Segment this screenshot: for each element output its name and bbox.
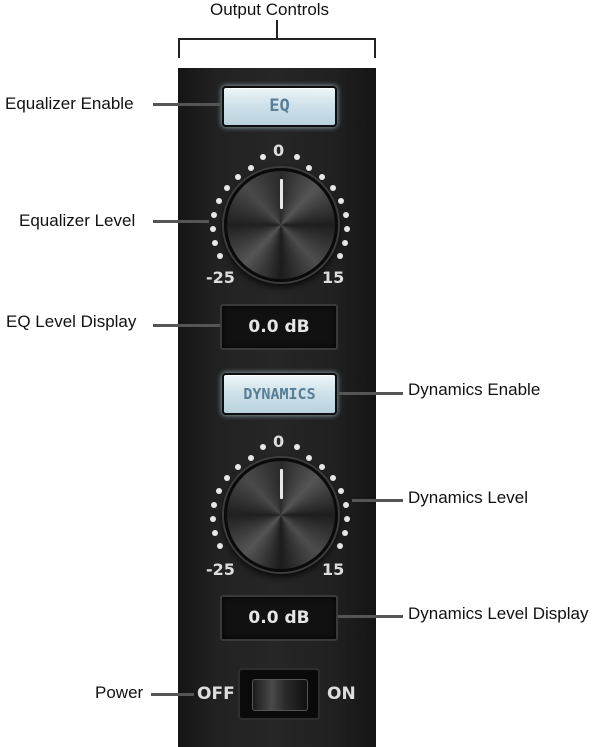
callout-power: Power <box>95 683 144 702</box>
dynamics-level-value: 0.0 dB <box>248 608 310 628</box>
leader-equalizer-enable <box>153 103 222 106</box>
dynamics-level-display: 0.0 dB <box>220 595 338 641</box>
power-on-label: ON <box>327 684 356 704</box>
eq-scale-max: 15 <box>322 268 345 287</box>
bracket-left <box>178 38 180 58</box>
callout-dynamics-level-display: Dynamics Level Display <box>408 604 589 623</box>
callout-equalizer-level: Equalizer Level <box>19 211 136 230</box>
eq-knob-pointer <box>279 179 283 209</box>
dynamics-scale-max: 15 <box>322 560 345 579</box>
bracket-stem <box>276 20 278 39</box>
eq-level-value: 0.0 dB <box>248 317 310 337</box>
power-switch-thumb <box>252 679 308 711</box>
power-off-label: OFF <box>197 684 235 704</box>
bracket-top <box>178 38 376 40</box>
callout-dynamics-enable: Dynamics Enable <box>408 380 541 399</box>
callout-equalizer-enable: Equalizer Enable <box>5 94 134 113</box>
leader-dynamics-level <box>352 499 403 502</box>
dynamics-button-label: DYNAMICS <box>243 385 316 403</box>
eq-scale-top: 0 <box>273 141 285 160</box>
dynamics-enable-button[interactable]: DYNAMICS <box>222 373 337 415</box>
dynamics-knob-pointer <box>279 469 283 499</box>
leader-equalizer-level <box>153 220 209 223</box>
dynamics-level-knob[interactable] <box>224 458 338 572</box>
leader-eq-level-display <box>153 324 220 327</box>
dynamics-scale-top: 0 <box>273 432 285 451</box>
eq-scale-min: -25 <box>206 268 235 287</box>
eq-level-display: 0.0 dB <box>220 304 338 350</box>
eq-button-label: EQ <box>269 96 290 116</box>
callout-eq-level-display: EQ Level Display <box>6 312 137 331</box>
leader-dynamics-enable <box>337 392 403 395</box>
callout-dynamics-level: Dynamics Level <box>408 488 528 507</box>
output-controls-title: Output Controls <box>210 0 330 19</box>
power-switch[interactable] <box>238 668 320 720</box>
bracket-right <box>374 38 376 58</box>
dynamics-scale-min: -25 <box>206 560 235 579</box>
leader-dynamics-level-display <box>338 615 403 618</box>
eq-level-knob[interactable] <box>224 168 338 282</box>
eq-enable-button[interactable]: EQ <box>222 86 337 127</box>
leader-power <box>151 693 194 696</box>
